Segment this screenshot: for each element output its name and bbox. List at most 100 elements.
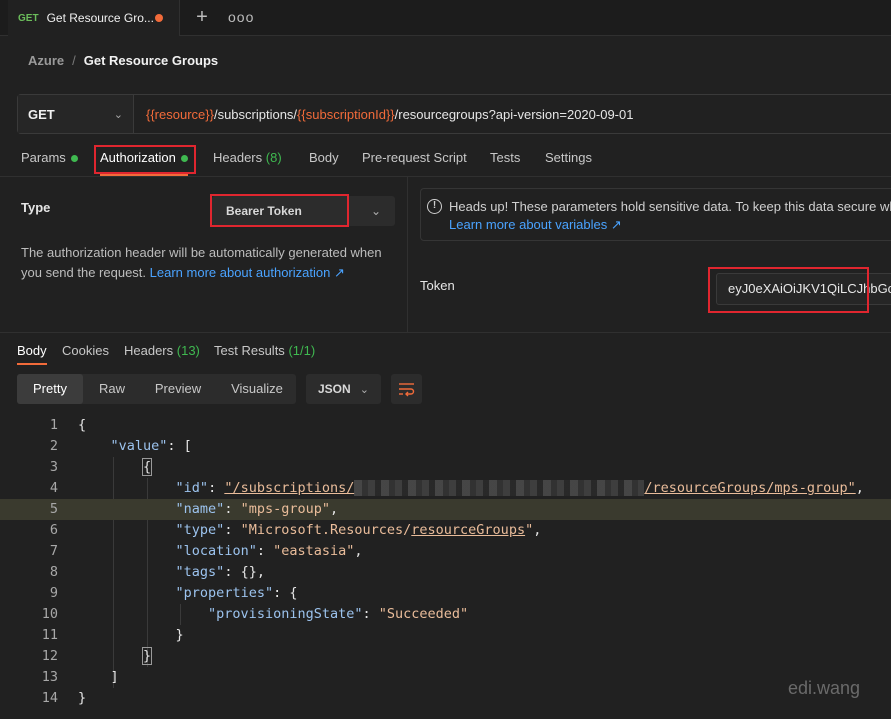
notice-text: Heads up! These parameters hold sensitiv… <box>449 199 891 214</box>
tab-headers[interactable]: Headers (8) <box>213 150 282 165</box>
code-line: 12 } <box>0 646 891 667</box>
format-value: JSON <box>318 382 351 396</box>
tab-headers-count: (8) <box>265 150 282 165</box>
view-raw-button[interactable]: Raw <box>89 374 135 404</box>
panel-splitter[interactable] <box>407 176 408 332</box>
url-input[interactable]: {{resource}}/subscriptions/{{subscriptio… <box>134 95 633 133</box>
chevron-down-icon: ⌄ <box>113 108 123 121</box>
code-text: "id": "/subscriptions//resourceGroups/mp… <box>175 480 864 496</box>
more-tabs-button[interactable]: ooo <box>228 6 254 28</box>
divider <box>0 332 891 333</box>
breadcrumb: Azure / Get Resource Groups <box>28 53 218 68</box>
code-text: "value": [ <box>78 436 192 457</box>
line-number: 8 <box>49 564 58 580</box>
redacted-block <box>354 480 645 496</box>
code-line: 2 "value": [ <box>0 436 891 457</box>
json-string: "Microsoft.Resources/ <box>240 522 412 538</box>
code-line: 9 "properties": { <box>0 583 891 604</box>
tab-prerequest-script[interactable]: Pre-request Script <box>362 150 467 165</box>
tab-body[interactable]: Body <box>309 150 339 165</box>
wrap-lines-icon <box>399 383 415 397</box>
code-text: { <box>78 417 87 433</box>
line-number: 12 <box>41 648 58 664</box>
tab-authorization[interactable]: Authorization <box>100 150 188 176</box>
request-tabs: Params Authorization Headers (8) Body Pr… <box>0 140 891 176</box>
json-punct: : {}, <box>224 564 265 580</box>
line-number: 10 <box>41 606 58 622</box>
code-text: } <box>78 690 87 706</box>
response-body-editor[interactable]: 1{ 2 "value": [ 3 { 4 "id": "/subscripti… <box>0 415 891 709</box>
view-visualize-button[interactable]: Visualize <box>223 374 291 404</box>
line-number: 9 <box>49 585 58 601</box>
response-tab-body[interactable]: Body <box>17 343 47 365</box>
json-key: "location" <box>175 543 257 559</box>
new-tab-button[interactable]: + <box>192 6 212 28</box>
tab-title: Get Resource Gro... <box>46 11 154 25</box>
line-number: 6 <box>49 522 58 538</box>
json-string: " <box>525 522 534 538</box>
json-key: "tags" <box>175 564 225 580</box>
json-string: "mps-group" <box>240 501 330 517</box>
response-headers-count: (13) <box>176 343 200 358</box>
code-text: ] <box>78 667 119 688</box>
view-pretty-button[interactable]: Pretty <box>17 374 83 404</box>
line-number: 5 <box>49 501 58 517</box>
info-icon: ! <box>427 199 442 214</box>
json-string: "/subscriptions/ <box>224 480 355 496</box>
request-tab[interactable]: GET Get Resource Gro... <box>8 0 180 36</box>
code-text: "provisioningState": "Succeeded" <box>208 606 469 622</box>
url-bar: GET ⌄ {{resource}}/subscriptions/{{subsc… <box>17 94 891 134</box>
url-tail: /resourcegroups?api-version=2020-09-01 <box>394 106 634 122</box>
json-string: "Succeeded" <box>378 606 469 622</box>
view-preview-button[interactable]: Preview <box>143 374 213 404</box>
code-line: 4 "id": "/subscriptions//resourceGroups/… <box>0 478 891 499</box>
line-number: 11 <box>41 627 58 643</box>
response-tab-test-results[interactable]: Test Results (1/1) <box>214 343 315 358</box>
watermark: edi.wang <box>788 678 861 698</box>
response-tests-count: (1/1) <box>288 343 316 358</box>
wrap-lines-button[interactable] <box>391 374 422 404</box>
code-line: 6 "type": "Microsoft.Resources/resourceG… <box>0 520 891 541</box>
breadcrumb-collection[interactable]: Azure <box>28 53 64 68</box>
response-tab-cookies[interactable]: Cookies <box>62 343 109 358</box>
line-number: 14 <box>41 690 58 706</box>
json-key: "value" <box>110 438 168 454</box>
line-number: 13 <box>41 669 58 685</box>
status-dot-icon <box>70 155 78 163</box>
code-line: 14} <box>0 688 891 709</box>
json-punct: : { <box>273 585 298 601</box>
tab-settings[interactable]: Settings <box>545 150 592 165</box>
response-tab-headers[interactable]: Headers (13) <box>124 343 200 358</box>
tab-params-label: Params <box>21 150 66 165</box>
tab-headers-label: Headers <box>213 150 263 165</box>
method-label: GET <box>28 106 55 122</box>
token-label: Token <box>420 278 455 293</box>
sensitive-data-notice: ! Heads up! These parameters hold sensit… <box>420 188 891 241</box>
status-dot-icon <box>180 155 188 163</box>
tab-tests[interactable]: Tests <box>490 150 520 165</box>
token-input[interactable]: eyJ0eXAiOiJKV1QiLCJhbGciO <box>716 273 891 305</box>
response-tab-headers-label: Headers <box>124 343 174 358</box>
line-number: 7 <box>49 543 58 559</box>
json-punct: : [ <box>167 438 192 454</box>
format-select[interactable]: JSON ⌄ <box>306 374 381 404</box>
json-string: resourceGroups <box>411 522 526 538</box>
json-string: /resourceGroups/mps-group" <box>644 480 856 496</box>
code-line: 13 ] <box>0 667 891 688</box>
code-text: "name": "mps-group", <box>175 501 339 517</box>
tab-params[interactable]: Params <box>21 150 78 165</box>
auth-type-select[interactable]: Bearer Token ⌄ <box>212 196 395 226</box>
breadcrumb-request[interactable]: Get Resource Groups <box>84 53 218 68</box>
json-key: "name" <box>175 501 225 517</box>
learn-more-authorization-link[interactable]: Learn more about authorization ↗ <box>150 265 345 280</box>
url-var-subscription: {{subscriptionId}} <box>297 106 395 122</box>
code-line: 7 "location": "eastasia", <box>0 541 891 562</box>
line-number: 2 <box>49 438 58 454</box>
url-var-resource: {{resource}} <box>146 106 214 122</box>
method-select[interactable]: GET ⌄ <box>18 95 134 133</box>
json-key: "properties" <box>175 585 274 601</box>
chevron-down-icon: ⌄ <box>359 383 369 396</box>
learn-more-variables-link[interactable]: Learn more about variables ↗ <box>449 217 622 232</box>
line-number: 3 <box>49 459 58 475</box>
code-text: { <box>78 457 153 478</box>
